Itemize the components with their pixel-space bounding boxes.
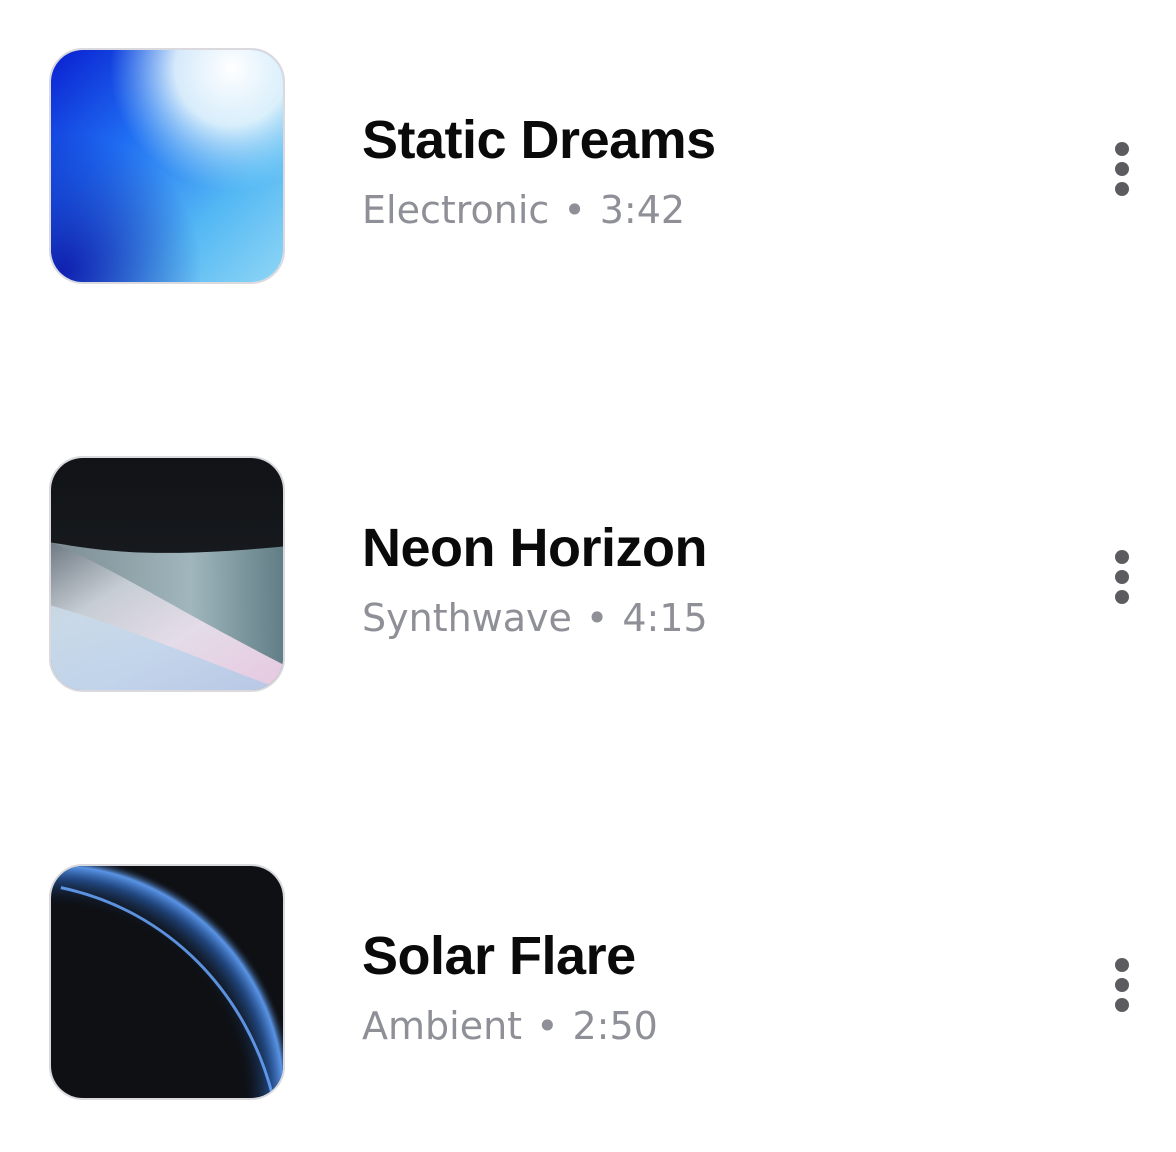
track-title[interactable]: Neon Horizon — [362, 516, 707, 580]
track-genre: Electronic — [362, 188, 550, 232]
more-options-button[interactable] — [1098, 536, 1146, 616]
track-title[interactable]: Static Dreams — [362, 108, 716, 172]
track-genre: Synthwave — [362, 596, 572, 640]
track-duration: 2:50 — [572, 1004, 658, 1048]
meta-separator: • — [585, 596, 609, 640]
track-genre: Ambient — [362, 1004, 523, 1048]
track-meta: Ambient • 2:50 — [362, 1002, 658, 1050]
track-duration: 4:15 — [622, 596, 708, 640]
album-cover[interactable] — [49, 456, 285, 692]
more-options-button[interactable] — [1098, 128, 1146, 208]
track-row[interactable]: Static Dreams Electronic • 3:42 — [0, 48, 1176, 288]
track-meta: Electronic • 3:42 — [362, 186, 685, 234]
track-list: Static Dreams Electronic • 3:42 Neon Hor… — [0, 0, 1176, 1152]
track-title[interactable]: Solar Flare — [362, 924, 636, 988]
track-duration: 3:42 — [599, 188, 686, 232]
meta-separator: • — [536, 1004, 559, 1048]
track-row[interactable]: Solar Flare Ambient • 2:50 — [0, 864, 1176, 1104]
album-cover[interactable] — [49, 864, 285, 1100]
album-cover[interactable] — [49, 48, 285, 284]
track-meta: Synthwave • 4:15 — [362, 594, 708, 642]
meta-separator: • — [563, 188, 586, 232]
more-options-button[interactable] — [1098, 944, 1146, 1024]
track-row[interactable]: Neon Horizon Synthwave • 4:15 — [0, 456, 1176, 696]
